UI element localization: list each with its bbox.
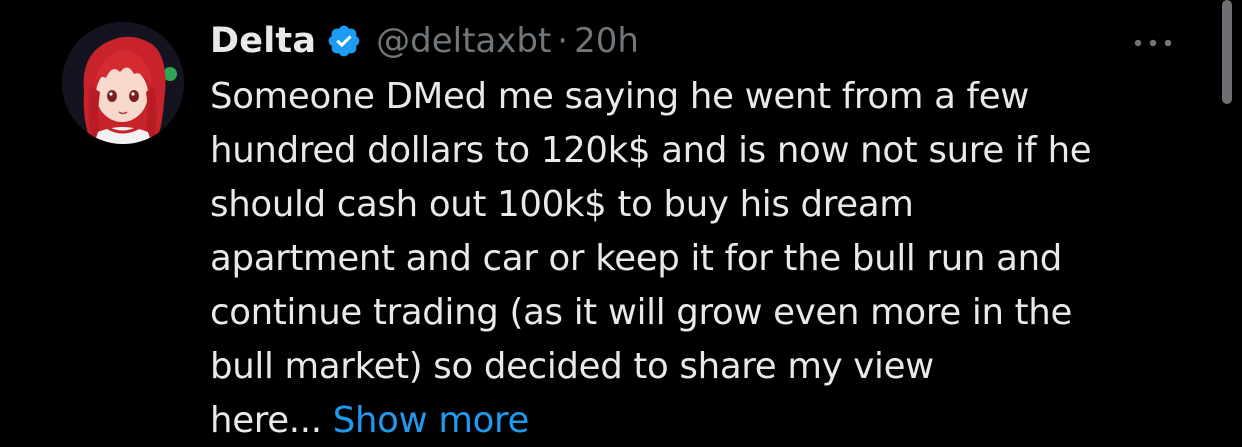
tweet-text-line: Someone DMed me saying he went from a fe…: [210, 76, 1030, 117]
ellipsis-icon[interactable]: [1128, 28, 1178, 58]
tweet-text-line: continue trading (as it will grow even m…: [210, 292, 1072, 333]
tweet-text-line: bull market) so decided to share my view: [210, 346, 934, 387]
scrollbar-thumb[interactable]: [1222, 0, 1232, 104]
tweet-text-line: should cash out 100k$ to buy his dream: [210, 184, 914, 225]
show-more-link[interactable]: Show more: [333, 400, 530, 441]
tweet-text: Someone DMed me saying he went from a fe…: [210, 70, 1190, 447]
timestamp[interactable]: 20h: [574, 21, 639, 61]
tweet-header: Delta @deltaxbt · 20h: [210, 16, 639, 66]
avatar[interactable]: [62, 22, 184, 144]
tweet-text-line: hundred dollars to 120k$ and is now not …: [210, 130, 1092, 171]
tweet-text-tail: here...: [210, 400, 322, 441]
verified-badge-icon: [326, 23, 362, 59]
tweet[interactable]: Delta @deltaxbt · 20h Someone DMed me sa…: [0, 0, 1242, 447]
separator-dot: ·: [557, 21, 569, 61]
author-handle[interactable]: @deltaxbt: [376, 21, 551, 61]
author-name[interactable]: Delta: [210, 21, 316, 61]
tweet-text-line: apartment and car or keep it for the bul…: [210, 238, 1063, 279]
tweet-text-last-line: here... Show more: [210, 394, 1190, 447]
